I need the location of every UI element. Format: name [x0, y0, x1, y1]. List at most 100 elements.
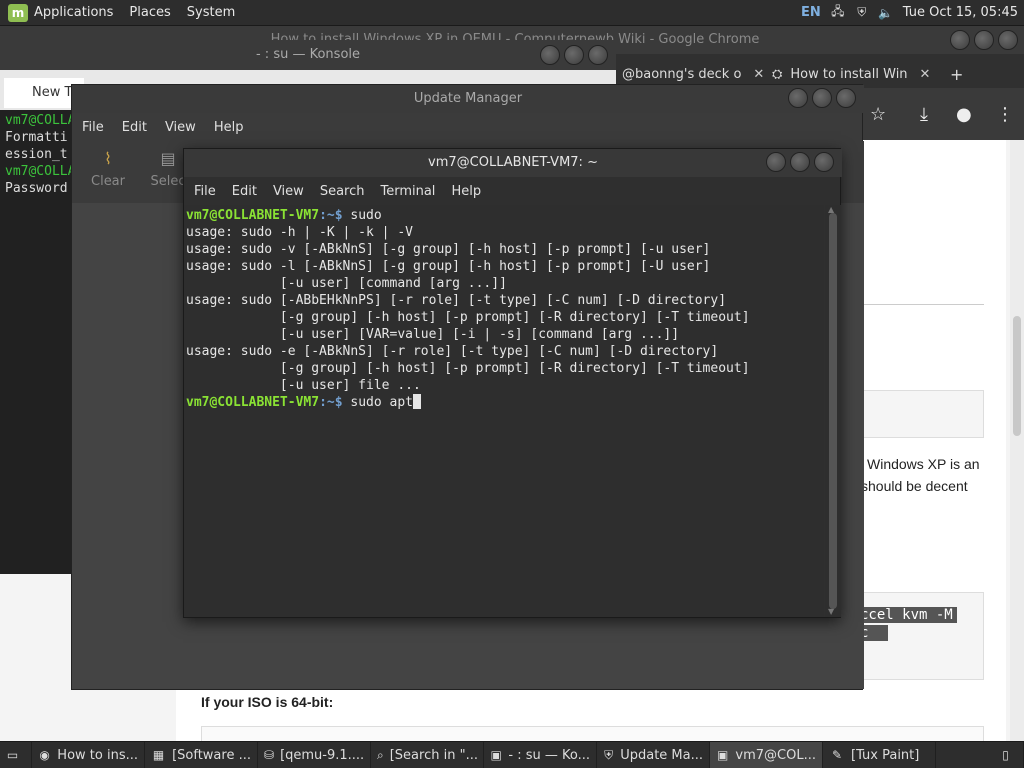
- show-desktop-button[interactable]: ▭: [0, 741, 32, 768]
- close-icon[interactable]: ✕: [920, 67, 931, 82]
- select-label: Selec: [150, 174, 186, 189]
- terminal-cursor: [413, 394, 421, 409]
- menu-view[interactable]: View: [165, 120, 196, 135]
- menu-help[interactable]: Help: [214, 120, 244, 135]
- close-button[interactable]: [836, 88, 856, 108]
- bookmark-star-icon[interactable]: ☆: [870, 104, 886, 125]
- terminal-line: [-g group] [-h host] [-p prompt] [-R dir…: [186, 361, 750, 376]
- article-text-line: Windows XP is an: [867, 456, 980, 472]
- update-manager-window-controls: [788, 88, 856, 108]
- taskbar-item-label: [Software ...: [172, 747, 251, 763]
- taskbar: ▭ ◉ How to ins... ▦ [Software ... ⛁ [qemu-9.1…: [0, 741, 1024, 768]
- terminal-output[interactable]: vm7@COLLABNET-VM7:~$ sudo usage: sudo -h …: [184, 205, 824, 617]
- terminal-line: [-u user] file ...: [186, 378, 421, 393]
- tab-favicon-icon: ⛭: [772, 66, 783, 82]
- taskbar-item-label: Update Ma...: [620, 747, 703, 763]
- terminal-line: vm7@COLLABNET-VM7:~$ sudo apt: [186, 394, 822, 411]
- close-button[interactable]: [998, 30, 1018, 50]
- taskbar-item-label: - : su — Ko...: [508, 747, 590, 763]
- clock[interactable]: Tue Oct 15, 05:45: [903, 5, 1018, 20]
- clear-button[interactable]: ⌇ Clear: [78, 149, 138, 189]
- menu-terminal[interactable]: Terminal: [380, 184, 435, 199]
- taskbar-item-label: vm7@COL...: [735, 747, 816, 763]
- menu-help[interactable]: Help: [451, 184, 481, 199]
- prompt-path: :~$: [319, 208, 343, 223]
- chrome-scrollbar[interactable]: [1010, 140, 1024, 742]
- menu-places[interactable]: Places: [129, 5, 170, 20]
- terminal-line: usage: sudo -e [-ABkNnS] [-r role] [-t t…: [186, 344, 719, 359]
- article-heading: If your ISO is 64-bit:: [201, 694, 334, 710]
- close-button[interactable]: [588, 45, 608, 65]
- system-tray: EN 🖧 ⛨ 🔈 Tue Oct 15, 05:45: [801, 4, 1018, 20]
- download-icon[interactable]: ⤓: [920, 104, 928, 125]
- taskbar-item-label: [qemu-9.1....: [280, 747, 365, 763]
- taskbar-item-label: [Tux Paint]: [851, 747, 920, 763]
- menu-edit[interactable]: Edit: [122, 120, 147, 135]
- minimize-button[interactable]: [788, 88, 808, 108]
- new-tab-icon[interactable]: +: [940, 60, 973, 88]
- minimize-button[interactable]: [950, 30, 970, 50]
- prompt-path: :~$: [319, 395, 343, 410]
- profile-icon[interactable]: ●: [956, 104, 972, 125]
- taskbar-item[interactable]: ⛨ Update Ma...: [597, 741, 710, 768]
- taskbar-item-label: [Search in "...: [389, 747, 478, 763]
- menu-file[interactable]: File: [194, 184, 216, 199]
- clear-label: Clear: [91, 174, 125, 189]
- menu-search[interactable]: Search: [320, 184, 365, 199]
- menu-file[interactable]: File: [82, 120, 104, 135]
- more-menu-icon[interactable]: ⋮: [996, 104, 1014, 125]
- command-text: sudo: [342, 208, 382, 223]
- search-icon: ⌕: [377, 747, 384, 762]
- shield-icon: ⛨: [604, 747, 614, 762]
- taskbar-item[interactable]: ▣ - : su — Ko...: [484, 741, 597, 768]
- taskbar-item[interactable]: ✎ [Tux Paint]: [823, 741, 936, 768]
- menu-applications[interactable]: Applications: [34, 5, 113, 20]
- menu-system[interactable]: System: [187, 5, 235, 20]
- maximize-button[interactable]: [564, 45, 584, 65]
- workspace-switcher[interactable]: ▯: [994, 741, 1024, 768]
- mint-menu-icon[interactable]: m: [8, 3, 28, 22]
- terminal-line: usage: sudo -v [-ABkNnS] [-g group] [-h …: [186, 242, 711, 257]
- taskbar-item[interactable]: ▦ [Software ...: [145, 741, 258, 768]
- maximize-button[interactable]: [790, 152, 810, 172]
- maximize-button[interactable]: [974, 30, 994, 50]
- code-block: [201, 726, 984, 742]
- taskbar-item[interactable]: ◉ How to ins...: [32, 741, 145, 768]
- update-manager-menubar: File Edit View Help: [72, 113, 864, 141]
- close-button[interactable]: [814, 152, 834, 172]
- network-icon[interactable]: 🖧: [831, 4, 845, 20]
- scrollbar-thumb[interactable]: [829, 213, 837, 609]
- disk-icon: ⛁: [264, 748, 275, 762]
- scrollbar-thumb[interactable]: [1013, 316, 1021, 436]
- menu-view[interactable]: View: [273, 184, 304, 199]
- minimize-button[interactable]: [766, 152, 786, 172]
- terminal-line: usage: sudo [-ABbEHkNnPS] [-r role] [-t …: [186, 293, 727, 308]
- maximize-button[interactable]: [812, 88, 832, 108]
- shield-icon[interactable]: ⛨: [855, 5, 869, 20]
- article-text-line: should be decent: [861, 478, 968, 494]
- terminal-window-controls: [766, 152, 834, 172]
- taskbar-item[interactable]: ⛁ [qemu-9.1....: [258, 741, 371, 768]
- taskbar-window-list: ◉ How to ins... ▦ [Software ... ⛁ [qemu-9.1..…: [32, 741, 936, 768]
- chrome-window-controls: [950, 30, 1018, 50]
- konsole-titlebar: - : su — Konsole: [0, 40, 616, 70]
- menu-edit[interactable]: Edit: [232, 184, 257, 199]
- terminal-scrollbar[interactable]: ▲ ▼: [825, 205, 841, 617]
- konsole-line: vm7@COLLA: [5, 164, 76, 179]
- taskbar-item[interactable]: ▣ vm7@COL...: [710, 741, 823, 768]
- taskbar-item[interactable]: ⌕ [Search in "...: [371, 741, 484, 768]
- minimize-button[interactable]: [540, 45, 560, 65]
- terminal-icon: ▣: [717, 748, 729, 762]
- broom-icon: ⌇: [104, 149, 112, 168]
- volume-icon[interactable]: 🔈: [878, 6, 893, 20]
- prompt-user: vm7@COLLABNET-VM7: [186, 208, 320, 223]
- konsole-window-controls: [540, 45, 608, 65]
- command-text: sudo apt: [342, 395, 413, 410]
- chrome-icon: ◉: [39, 748, 50, 762]
- terminal-line: [-g group] [-h host] [-p prompt] [-R dir…: [186, 310, 750, 325]
- scroll-down-icon[interactable]: ▼: [828, 607, 834, 616]
- top-panel: m Applications Places System EN 🖧 ⛨ 🔈 Tu…: [0, 0, 1024, 26]
- keyboard-layout-indicator[interactable]: EN: [801, 5, 821, 20]
- workspace-icon: ▯: [1002, 748, 1009, 762]
- terminal-icon: ▣: [490, 748, 502, 762]
